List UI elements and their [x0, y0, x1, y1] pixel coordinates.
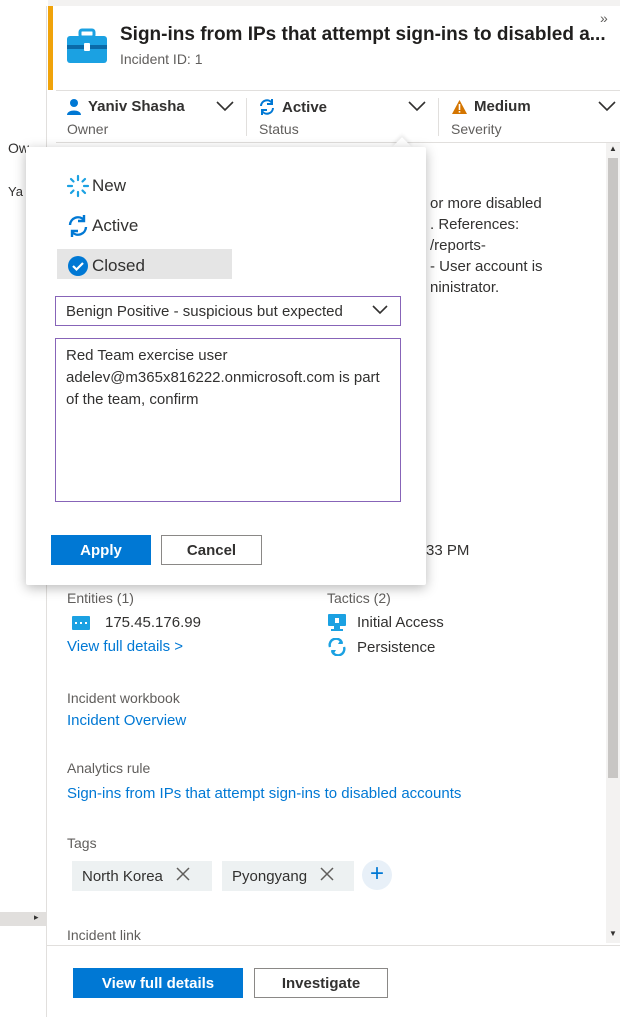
- meta-bottom-divider: [56, 142, 620, 143]
- tags-label: Tags: [67, 835, 97, 851]
- header-divider: [56, 90, 620, 91]
- entity-item[interactable]: 175.45.176.99: [72, 614, 201, 631]
- add-tag-button[interactable]: +: [362, 860, 392, 890]
- remove-tag-close-icon[interactable]: [319, 866, 335, 886]
- view-full-details-button[interactable]: View full details: [73, 968, 243, 998]
- chevron-down-icon: [372, 302, 388, 318]
- comment-textarea[interactable]: Red Team exercise user adelev@m365x81622…: [55, 338, 401, 502]
- time-fragment: 33 PM: [426, 542, 470, 559]
- workbook-label: Incident workbook: [67, 690, 180, 706]
- cancel-button[interactable]: Cancel: [161, 535, 262, 565]
- description-line: /reports-: [430, 237, 486, 254]
- description-line: or more disabled: [430, 195, 542, 212]
- warning-icon: [452, 99, 467, 114]
- status-option-label: New: [92, 176, 127, 195]
- status-option-new[interactable]: New: [66, 174, 126, 198]
- scrollbar-thumb[interactable]: [608, 158, 618, 778]
- scroll-down-arrow-icon[interactable]: ▼: [609, 929, 617, 938]
- tag-text: North Korea: [82, 867, 163, 885]
- status-label: Status: [259, 121, 299, 137]
- scroll-right-arrow-icon[interactable]: ▸: [34, 912, 39, 923]
- persistence-icon: [328, 638, 346, 656]
- analytics-rule-label: Analytics rule: [67, 760, 151, 776]
- severity-value: Medium: [474, 98, 531, 115]
- owner-value: Yaniv Shasha: [88, 98, 185, 115]
- tactic-name: Persistence: [357, 638, 436, 656]
- entities-label: Entities (1): [67, 590, 134, 606]
- new-spinner-icon: [66, 174, 90, 198]
- tag-chip: North Korea: [72, 861, 212, 891]
- tactic-item: Initial Access: [327, 613, 444, 631]
- initial-access-icon: [328, 614, 346, 631]
- view-full-details-link[interactable]: View full details >: [67, 638, 183, 655]
- refresh-icon: [260, 99, 274, 115]
- left-horizontal-scrollbar[interactable]: [0, 912, 46, 926]
- status-option-label: Closed: [92, 256, 145, 275]
- checkmark-circle-icon: [68, 256, 88, 276]
- meta-divider: [246, 98, 247, 136]
- status-value: Active: [282, 98, 328, 116]
- tag-text: Pyongyang: [232, 867, 308, 885]
- description-line: ninistrator.: [430, 279, 500, 296]
- status-chevron-down-icon[interactable]: [408, 100, 426, 115]
- status-option-closed[interactable]: Closed: [66, 254, 145, 278]
- entity-ip-value: 175.45.176.99: [105, 614, 201, 631]
- refresh-icon: [68, 215, 88, 237]
- tactics-label: Tactics (2): [327, 590, 391, 606]
- severity-accent-bar: [48, 6, 53, 90]
- briefcase-icon: [67, 28, 107, 63]
- classification-dropdown[interactable]: Benign Positive - suspicious but expecte…: [55, 296, 401, 326]
- left-name-fragment: Ya: [8, 184, 23, 199]
- scroll-up-arrow-icon[interactable]: ▲: [609, 144, 617, 153]
- severity-selector[interactable]: Medium: [451, 98, 531, 115]
- status-selector[interactable]: Active: [258, 98, 327, 116]
- apply-button[interactable]: Apply: [51, 535, 151, 565]
- status-option-active[interactable]: Active: [66, 214, 138, 238]
- remove-tag-close-icon[interactable]: [175, 866, 191, 886]
- severity-label: Severity: [451, 121, 502, 137]
- severity-chevron-down-icon[interactable]: [598, 100, 616, 115]
- owner-chevron-down-icon[interactable]: [216, 100, 234, 115]
- incident-link-label: Incident link: [67, 927, 141, 943]
- incident-id: Incident ID: 1: [120, 51, 203, 67]
- ip-address-icon: [72, 615, 90, 630]
- tactic-name: Initial Access: [357, 613, 444, 631]
- tactic-item: Persistence: [327, 638, 435, 656]
- incident-overview-link[interactable]: Incident Overview: [67, 712, 186, 729]
- description-line: - User account is: [430, 258, 543, 275]
- footer-divider: [46, 945, 620, 946]
- analytics-rule-link[interactable]: Sign-ins from IPs that attempt sign-ins …: [67, 785, 461, 802]
- person-icon: [67, 99, 81, 115]
- description-line: . References:: [430, 216, 520, 233]
- tag-chip: Pyongyang: [222, 861, 354, 891]
- status-option-label: Active: [92, 216, 139, 235]
- incident-title: Sign-ins from IPs that attempt sign-ins …: [120, 24, 606, 45]
- investigate-button[interactable]: Investigate: [254, 968, 388, 998]
- classification-value: Benign Positive - suspicious but expecte…: [66, 302, 343, 320]
- owner-label: Owner: [67, 121, 109, 137]
- owner-selector[interactable]: Yaniv Shasha: [66, 98, 185, 115]
- meta-divider: [438, 98, 439, 136]
- description-fragment: or more disabled . References: /reports-…: [430, 193, 543, 298]
